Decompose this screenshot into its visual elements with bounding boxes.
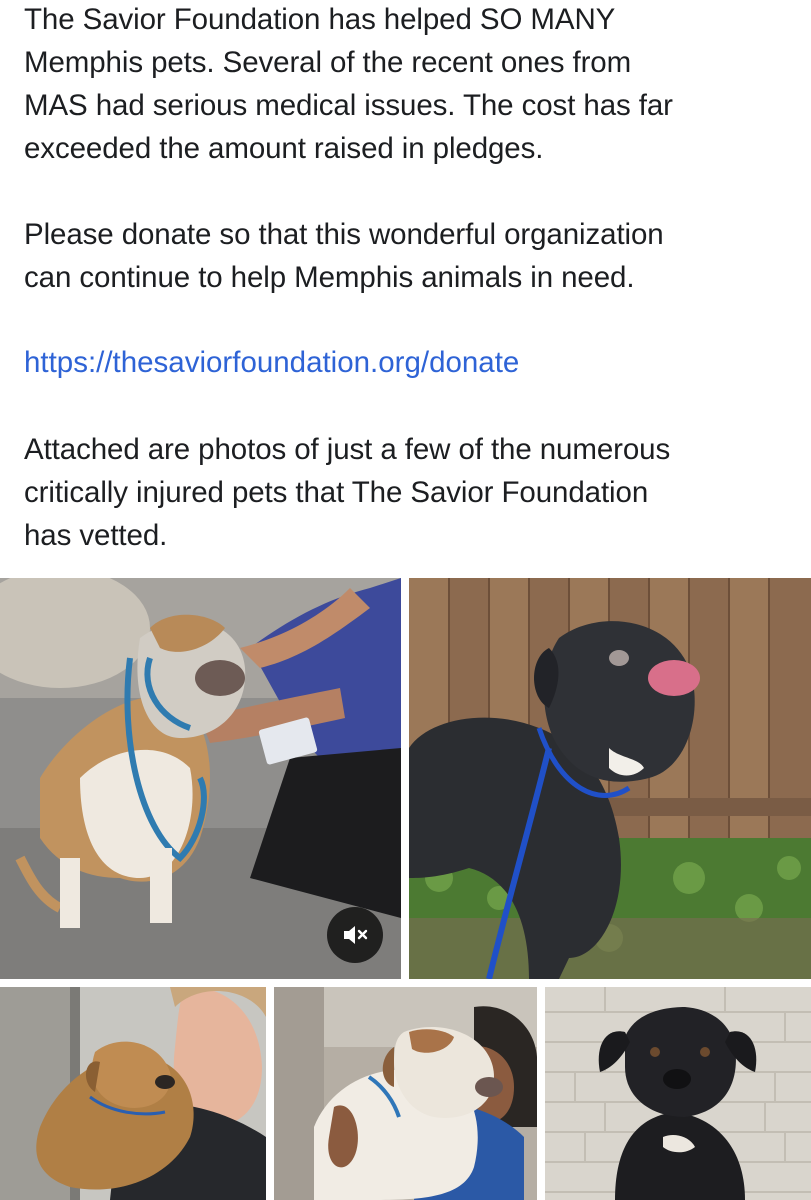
post-paragraph-2: Please donate so that this wonderful org… [24,218,664,294]
dog-photo-5-graphic [545,987,811,1200]
post-paragraph-3: Attached are photos of just a few of the… [24,433,671,552]
photo-puppy-hugged[interactable] [0,987,266,1200]
photo-dog-hugged[interactable] [274,987,537,1200]
post-paragraph-1: The Savior Foundation has helped SO MANY… [24,3,673,165]
speaker-muted-icon [344,926,368,944]
photo-tan-white-dog-video[interactable] [0,578,401,979]
dog-photo-2-graphic [409,578,811,979]
dog-photo-4-graphic [274,987,537,1200]
donate-link[interactable]: https://thesaviorfoundation.org/donate [24,341,519,384]
mute-toggle-button[interactable] [327,907,383,963]
photo-black-dog-fence[interactable] [409,578,811,979]
dog-photo-3-graphic [0,987,266,1200]
photo-black-dog-portrait[interactable] [545,987,811,1200]
